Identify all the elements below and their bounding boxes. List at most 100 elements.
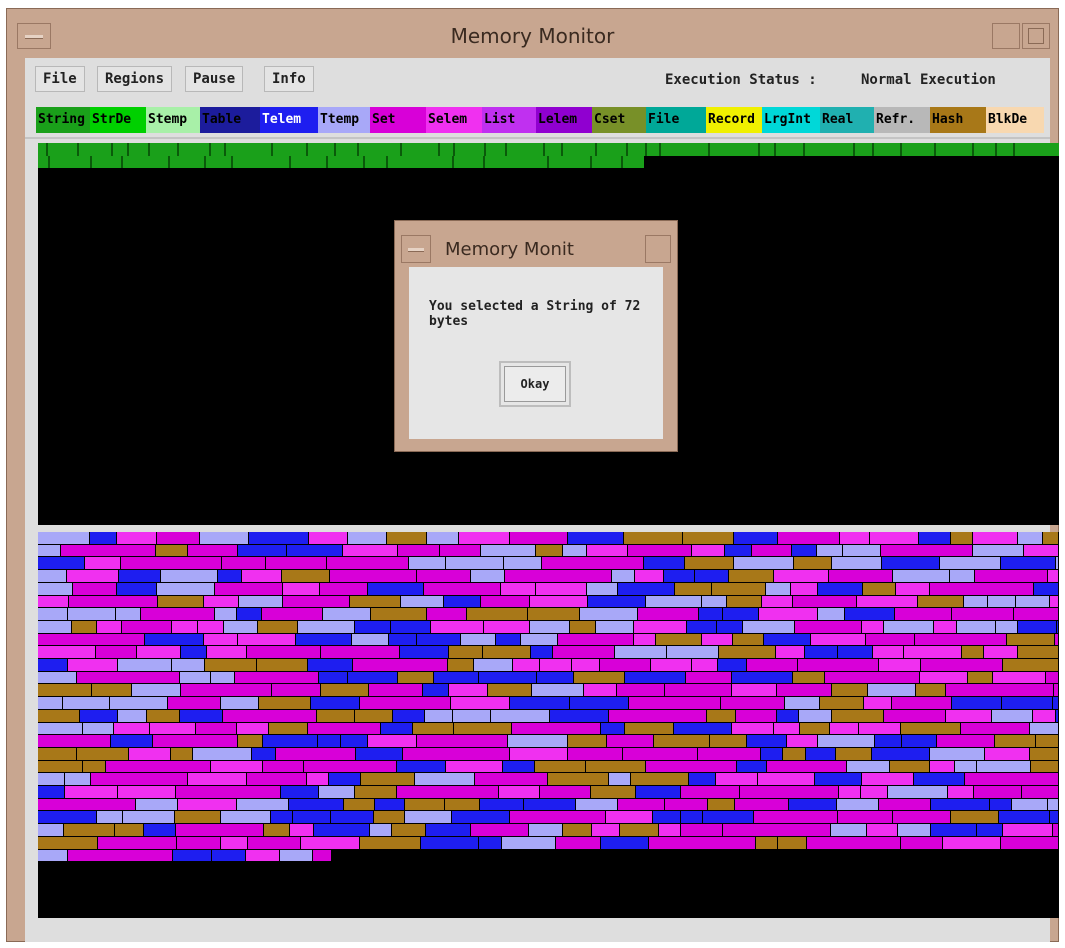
- memory-block[interactable]: [405, 811, 451, 823]
- memory-block[interactable]: [875, 735, 901, 747]
- memory-block[interactable]: [368, 735, 416, 747]
- memory-block[interactable]: [1057, 621, 1058, 633]
- memory-block[interactable]: [973, 532, 1017, 544]
- memory-block[interactable]: [651, 659, 691, 671]
- memory-block[interactable]: [200, 532, 248, 544]
- memory-block[interactable]: [238, 545, 286, 556]
- memory-block[interactable]: [427, 532, 458, 544]
- memory-block[interactable]: [237, 723, 268, 734]
- memory-block[interactable]: [766, 583, 790, 595]
- memory-block[interactable]: [85, 557, 120, 569]
- memory-block[interactable]: [161, 570, 217, 582]
- memory-block[interactable]: [38, 850, 67, 861]
- memory-block[interactable]: [825, 672, 919, 683]
- memory-block[interactable]: [479, 837, 501, 849]
- memory-block[interactable]: [930, 748, 984, 760]
- memory-block[interactable]: [331, 811, 373, 823]
- memory-block[interactable]: [480, 799, 523, 810]
- memory-block[interactable]: [91, 773, 187, 785]
- memory-block[interactable]: [625, 723, 673, 734]
- memory-block[interactable]: [1056, 557, 1058, 569]
- memory-block[interactable]: [238, 634, 295, 645]
- memory-block[interactable]: [196, 723, 236, 734]
- memory-block[interactable]: [984, 646, 1017, 658]
- memory-block[interactable]: [707, 710, 735, 722]
- memory-block[interactable]: [281, 786, 318, 798]
- memory-block[interactable]: [665, 799, 707, 810]
- memory-block[interactable]: [505, 570, 611, 582]
- memory-block[interactable]: [341, 735, 367, 747]
- memory-block[interactable]: [892, 697, 951, 709]
- memory-block[interactable]: [955, 761, 976, 772]
- memory-block[interactable]: [836, 748, 871, 760]
- memory-block[interactable]: [38, 761, 82, 772]
- memory-block[interactable]: [758, 773, 814, 785]
- memory-block[interactable]: [732, 672, 792, 683]
- memory-block[interactable]: [375, 799, 404, 810]
- memory-block[interactable]: [783, 748, 805, 760]
- string-block-divider[interactable]: [127, 143, 129, 156]
- memory-block[interactable]: [440, 545, 480, 556]
- memory-block[interactable]: [882, 557, 939, 569]
- memory-block[interactable]: [205, 659, 256, 671]
- memory-block[interactable]: [542, 557, 643, 569]
- memory-block[interactable]: [609, 710, 706, 722]
- string-block-divider[interactable]: [595, 143, 597, 156]
- memory-block[interactable]: [811, 634, 865, 645]
- memory-block[interactable]: [158, 596, 203, 607]
- memory-block[interactable]: [449, 646, 482, 658]
- memory-block[interactable]: [475, 773, 547, 785]
- memory-block[interactable]: [110, 697, 167, 709]
- memory-block[interactable]: [481, 545, 535, 556]
- string-block-divider[interactable]: [326, 156, 328, 168]
- memory-block[interactable]: [654, 735, 709, 747]
- memory-block[interactable]: [63, 697, 109, 709]
- string-block-divider[interactable]: [438, 143, 440, 156]
- memory-block[interactable]: [144, 824, 175, 836]
- memory-block[interactable]: [832, 557, 881, 569]
- memory-block[interactable]: [795, 621, 861, 633]
- menu-info[interactable]: Info: [264, 66, 314, 92]
- memory-block[interactable]: [204, 634, 237, 645]
- memory-block[interactable]: [491, 710, 549, 722]
- memory-block[interactable]: [710, 735, 746, 747]
- memory-block[interactable]: [510, 532, 567, 544]
- memory-block[interactable]: [1054, 684, 1058, 696]
- memory-block[interactable]: [38, 608, 67, 620]
- memory-block[interactable]: [636, 786, 680, 798]
- string-block-divider[interactable]: [168, 156, 170, 168]
- memory-block[interactable]: [521, 634, 557, 645]
- memory-block[interactable]: [961, 723, 1029, 734]
- memory-block[interactable]: [681, 824, 722, 836]
- memory-block[interactable]: [895, 608, 951, 620]
- memory-block[interactable]: [67, 570, 118, 582]
- memory-block[interactable]: [718, 659, 746, 671]
- memory-block[interactable]: [173, 850, 211, 861]
- memory-block[interactable]: [77, 748, 128, 760]
- memory-block[interactable]: [723, 824, 830, 836]
- memory-block[interactable]: [38, 837, 97, 849]
- string-block-divider[interactable]: [306, 143, 308, 156]
- memory-block[interactable]: [503, 761, 534, 772]
- memory-block[interactable]: [754, 811, 837, 823]
- memory-block[interactable]: [977, 824, 1002, 836]
- memory-block[interactable]: [683, 532, 733, 544]
- memory-block[interactable]: [962, 646, 983, 658]
- memory-block[interactable]: [778, 532, 839, 544]
- string-block-divider[interactable]: [148, 143, 150, 156]
- string-block-divider[interactable]: [289, 156, 291, 168]
- memory-block[interactable]: [734, 557, 793, 569]
- memory-block[interactable]: [729, 570, 773, 582]
- memory-block[interactable]: [321, 646, 399, 658]
- memory-block[interactable]: [96, 646, 136, 658]
- menu-file[interactable]: File: [35, 66, 85, 92]
- memory-block[interactable]: [893, 570, 949, 582]
- memory-block[interactable]: [881, 545, 972, 556]
- memory-block[interactable]: [72, 621, 96, 633]
- memory-block[interactable]: [646, 761, 736, 772]
- memory-block[interactable]: [1002, 697, 1052, 709]
- memory-block[interactable]: [425, 710, 452, 722]
- memory-block[interactable]: [1003, 824, 1052, 836]
- memory-block[interactable]: [638, 608, 698, 620]
- memory-block[interactable]: [68, 659, 117, 671]
